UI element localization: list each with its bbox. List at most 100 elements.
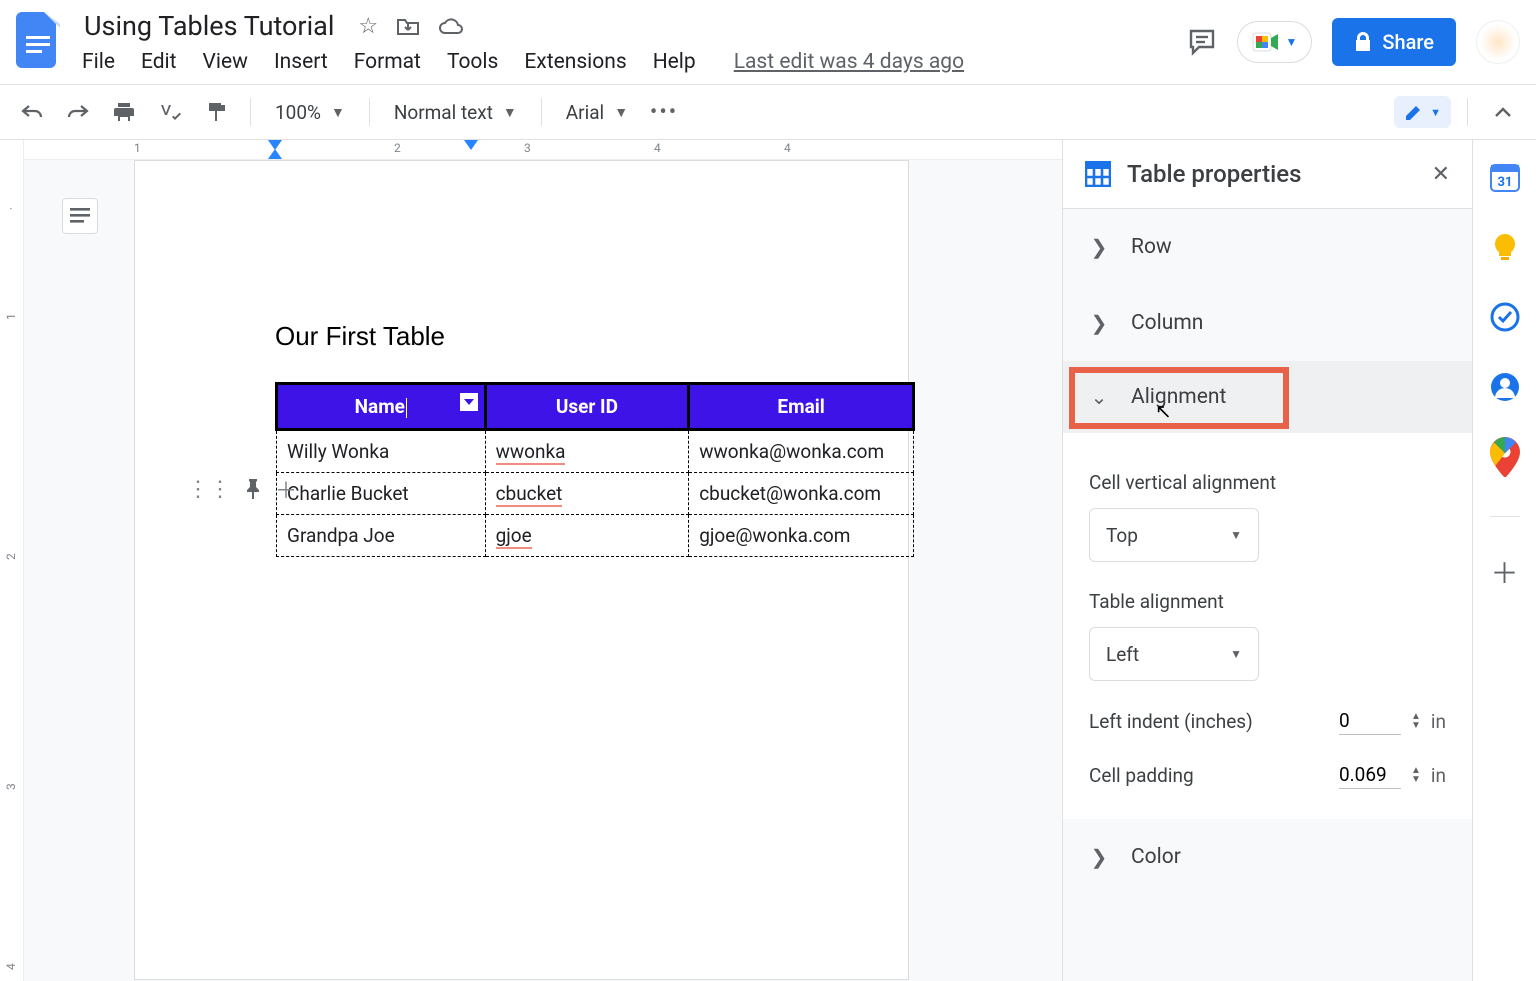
table-row[interactable]: ⋮⋮ ＋ Charlie Bucket cbucket cbucket@wonk… <box>277 473 914 515</box>
menu-format[interactable]: Format <box>354 50 421 74</box>
menu-file[interactable]: File <box>82 50 115 74</box>
menu-tools[interactable]: Tools <box>447 50 498 74</box>
calendar-icon[interactable]: 31 <box>1490 162 1520 192</box>
table-header-cell[interactable]: Email <box>689 384 914 430</box>
table-row[interactable]: Grandpa Joe gjoe gjoe@wonka.com <box>277 515 914 557</box>
paint-format-button[interactable] <box>198 94 234 130</box>
header-actions: ▼ Share <box>1187 8 1521 66</box>
spellcheck-button[interactable] <box>152 94 188 130</box>
table-cell[interactable]: ⋮⋮ ＋ Charlie Bucket <box>277 473 486 515</box>
menu-extensions[interactable]: Extensions <box>524 50 626 74</box>
table-header-row[interactable]: Name User ID Email <box>277 384 914 430</box>
table-cell[interactable]: wwonka <box>485 430 689 473</box>
move-icon[interactable] <box>396 16 420 36</box>
editing-mode-button[interactable]: ▼ <box>1394 96 1451 128</box>
ruler-mark: 4 <box>654 141 661 155</box>
padding-stepper[interactable]: ▲▼ <box>1411 766 1421 784</box>
menu-edit[interactable]: Edit <box>141 50 177 74</box>
table-header-cell[interactable]: Name <box>277 384 486 430</box>
document-page[interactable]: Our First Table Name User ID Email <box>134 160 909 980</box>
pin-row-icon[interactable] <box>245 479 261 499</box>
caret-down-icon: ▼ <box>1430 106 1441 119</box>
document-area: · 1 2 3 4 1 2 3 4 4 Our First Tab <box>0 140 1062 981</box>
docs-logo[interactable] <box>12 8 64 72</box>
document-title[interactable]: Using Tables Tutorial <box>78 8 340 44</box>
redo-button[interactable] <box>60 94 96 130</box>
caret-down-icon: ▼ <box>1286 35 1298 49</box>
comment-history-icon[interactable] <box>1187 27 1217 57</box>
text-cursor <box>406 398 407 418</box>
table-row[interactable]: Willy Wonka wwonka wwonka@wonka.com <box>277 430 914 473</box>
cloud-status-icon[interactable] <box>438 17 464 35</box>
section-label: Row <box>1131 235 1172 259</box>
chevron-right-icon: ❯ <box>1089 845 1109 869</box>
unit-label: in <box>1431 764 1446 787</box>
vertical-ruler[interactable]: · 1 2 3 4 <box>0 140 24 981</box>
left-indent-marker[interactable] <box>268 149 282 159</box>
paragraph-style-select[interactable]: Normal text ▼ <box>386 101 525 124</box>
left-indent-input[interactable] <box>1339 707 1401 735</box>
undo-button[interactable] <box>14 94 50 130</box>
show-outline-button[interactable] <box>62 198 98 234</box>
table-cell[interactable]: Willy Wonka <box>277 430 486 473</box>
table-alignment-label: Table alignment <box>1089 590 1446 613</box>
account-avatar[interactable] <box>1476 20 1520 64</box>
cell-padding-label: Cell padding <box>1089 764 1194 787</box>
table-cell[interactable]: Grandpa Joe <box>277 515 486 557</box>
table-cell[interactable]: cbucket@wonka.com <box>689 473 914 515</box>
caret-down-icon: ▼ <box>1230 647 1242 661</box>
cell-vertical-alignment-label: Cell vertical alignment <box>1089 471 1446 494</box>
section-color[interactable]: ❯ Color <box>1063 819 1472 895</box>
menu-view[interactable]: View <box>203 50 248 74</box>
section-row[interactable]: ❯ Row <box>1063 209 1472 285</box>
horizontal-ruler[interactable]: 1 2 3 4 4 <box>24 140 1062 160</box>
font-select[interactable]: Arial ▼ <box>558 101 636 124</box>
zoom-select[interactable]: 100% ▼ <box>267 101 353 124</box>
chevron-right-icon: ❯ <box>1089 235 1109 259</box>
ruler-mark: 1 <box>4 313 18 320</box>
caret-down-icon: ▼ <box>614 104 628 121</box>
drag-handle-icon[interactable]: ⋮⋮ <box>187 477 231 502</box>
table-cell[interactable]: cbucket <box>485 473 689 515</box>
menu-insert[interactable]: Insert <box>274 50 328 74</box>
tab-stop-marker[interactable] <box>464 140 478 150</box>
tasks-icon[interactable] <box>1490 302 1520 332</box>
rail-divider <box>1490 516 1520 517</box>
contacts-icon[interactable] <box>1490 372 1520 402</box>
table-cell[interactable]: gjoe@wonka.com <box>689 515 914 557</box>
select-value: Top <box>1106 524 1138 547</box>
share-button[interactable]: Share <box>1332 18 1456 66</box>
get-addons-icon[interactable]: ＋ <box>1490 557 1520 587</box>
add-row-icon[interactable]: ＋ <box>275 473 297 505</box>
collapse-toolbar-icon[interactable] <box>1484 106 1522 118</box>
cell-vertical-alignment-select[interactable]: Top ▼ <box>1089 508 1259 562</box>
cell-padding-input[interactable] <box>1339 761 1401 789</box>
table-properties-panel: Table properties ✕ ❯ Row ❯ Column ⌄ Alig… <box>1062 140 1472 981</box>
indent-stepper[interactable]: ▲▼ <box>1411 712 1421 730</box>
menu-help[interactable]: Help <box>653 50 696 74</box>
chevron-right-icon: ❯ <box>1089 311 1109 335</box>
meet-button[interactable]: ▼ <box>1237 21 1313 63</box>
close-panel-icon[interactable]: ✕ <box>1432 162 1450 187</box>
table-icon <box>1085 161 1111 187</box>
chevron-down-icon: ⌄ <box>1089 385 1109 409</box>
section-label: Color <box>1131 845 1181 869</box>
table-cell[interactable]: wwonka@wonka.com <box>689 430 914 473</box>
document-table[interactable]: Name User ID Email Willy Wonka wwonka ww… <box>275 382 915 557</box>
zoom-value: 100% <box>275 101 321 124</box>
table-alignment-select[interactable]: Left ▼ <box>1089 627 1259 681</box>
last-edit-link[interactable]: Last edit was 4 days ago <box>734 50 964 74</box>
keep-icon[interactable] <box>1490 232 1520 262</box>
maps-icon[interactable] <box>1490 442 1520 472</box>
left-indent-label: Left indent (inches) <box>1089 710 1253 733</box>
document-heading[interactable]: Our First Table <box>275 321 908 352</box>
section-column[interactable]: ❯ Column <box>1063 285 1472 361</box>
print-button[interactable] <box>106 94 142 130</box>
toolbar-more-icon[interactable]: ••• <box>646 94 682 130</box>
column-menu-icon[interactable] <box>460 393 478 411</box>
table-cell[interactable]: gjoe <box>485 515 689 557</box>
section-alignment[interactable]: ⌄ Alignment <box>1063 361 1472 433</box>
star-icon[interactable]: ☆ <box>358 14 378 39</box>
toolbar: 100% ▼ Normal text ▼ Arial ▼ ••• ▼ <box>0 84 1536 140</box>
table-header-cell[interactable]: User ID <box>485 384 689 430</box>
